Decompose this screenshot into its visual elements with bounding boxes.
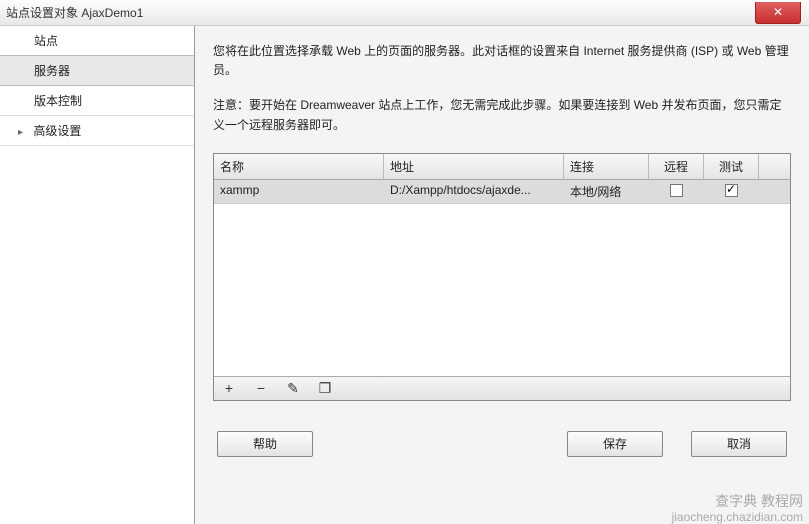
test-checkbox[interactable] [725,184,738,197]
sidebar-item-label: 服务器 [34,64,70,78]
sidebar-item-label: 高级设置 [33,124,81,138]
titlebar: 站点设置对象 AjaxDemo1 ✕ [0,0,809,26]
description-text: 您将在此位置选择承载 Web 上的页面的服务器。此对话框的设置来自 Intern… [213,42,791,80]
sidebar: 站点 服务器 版本控制 ▸ 高级设置 [0,26,195,524]
cell-test [704,180,759,203]
save-button[interactable]: 保存 [567,431,663,457]
column-header-connection[interactable]: 连接 [564,154,649,179]
column-header-remote[interactable]: 远程 [649,154,704,179]
table-header: 名称 地址 连接 远程 测试 [214,154,790,180]
edit-server-button[interactable]: ✎ [284,380,302,397]
duplicate-server-button[interactable]: ❐ [316,380,334,397]
close-icon: ✕ [773,5,783,19]
sidebar-item-label: 站点 [34,34,58,48]
table-toolbar: + − ✎ ❐ [214,376,790,400]
cell-address: D:/Xampp/htdocs/ajaxde... [384,180,564,203]
column-header-test[interactable]: 测试 [704,154,759,179]
column-header-name[interactable]: 名称 [214,154,384,179]
sidebar-item-servers[interactable]: 服务器 [0,55,194,86]
cancel-button[interactable]: 取消 [691,431,787,457]
sidebar-item-version-control[interactable]: 版本控制 [0,86,194,115]
servers-table: 名称 地址 连接 远程 测试 xammp D:/Xampp/htdocs/aja… [213,153,791,401]
main-area: 站点 服务器 版本控制 ▸ 高级设置 您将在此位置选择承载 Web 上的页面的服… [0,26,809,524]
window-title: 站点设置对象 AjaxDemo1 [6,4,143,21]
table-row[interactable]: xammp D:/Xampp/htdocs/ajaxde... 本地/网络 [214,180,790,204]
sidebar-item-label: 版本控制 [34,94,82,108]
button-label: 取消 [727,435,751,452]
sidebar-item-site[interactable]: 站点 [0,26,194,55]
note-text: 注意：要开始在 Dreamweaver 站点上工作，您无需完成此步骤。如果要连接… [213,96,791,134]
cell-remote [649,180,704,203]
chevron-right-icon: ▸ [18,127,28,138]
add-server-button[interactable]: + [220,380,238,396]
cell-connection: 本地/网络 [564,180,649,203]
button-row: 帮助 保存 取消 [213,431,791,457]
column-header-address[interactable]: 地址 [384,154,564,179]
remote-checkbox[interactable] [670,184,683,197]
help-button[interactable]: 帮助 [217,431,313,457]
button-label: 保存 [603,435,627,452]
cell-name: xammp [214,180,384,203]
table-body: xammp D:/Xampp/htdocs/ajaxde... 本地/网络 [214,180,790,376]
content-panel: 您将在此位置选择承载 Web 上的页面的服务器。此对话框的设置来自 Intern… [195,26,809,524]
close-button[interactable]: ✕ [755,2,801,24]
button-label: 帮助 [253,435,277,452]
remove-server-button[interactable]: − [252,380,270,396]
sidebar-item-advanced[interactable]: ▸ 高级设置 [0,116,194,145]
